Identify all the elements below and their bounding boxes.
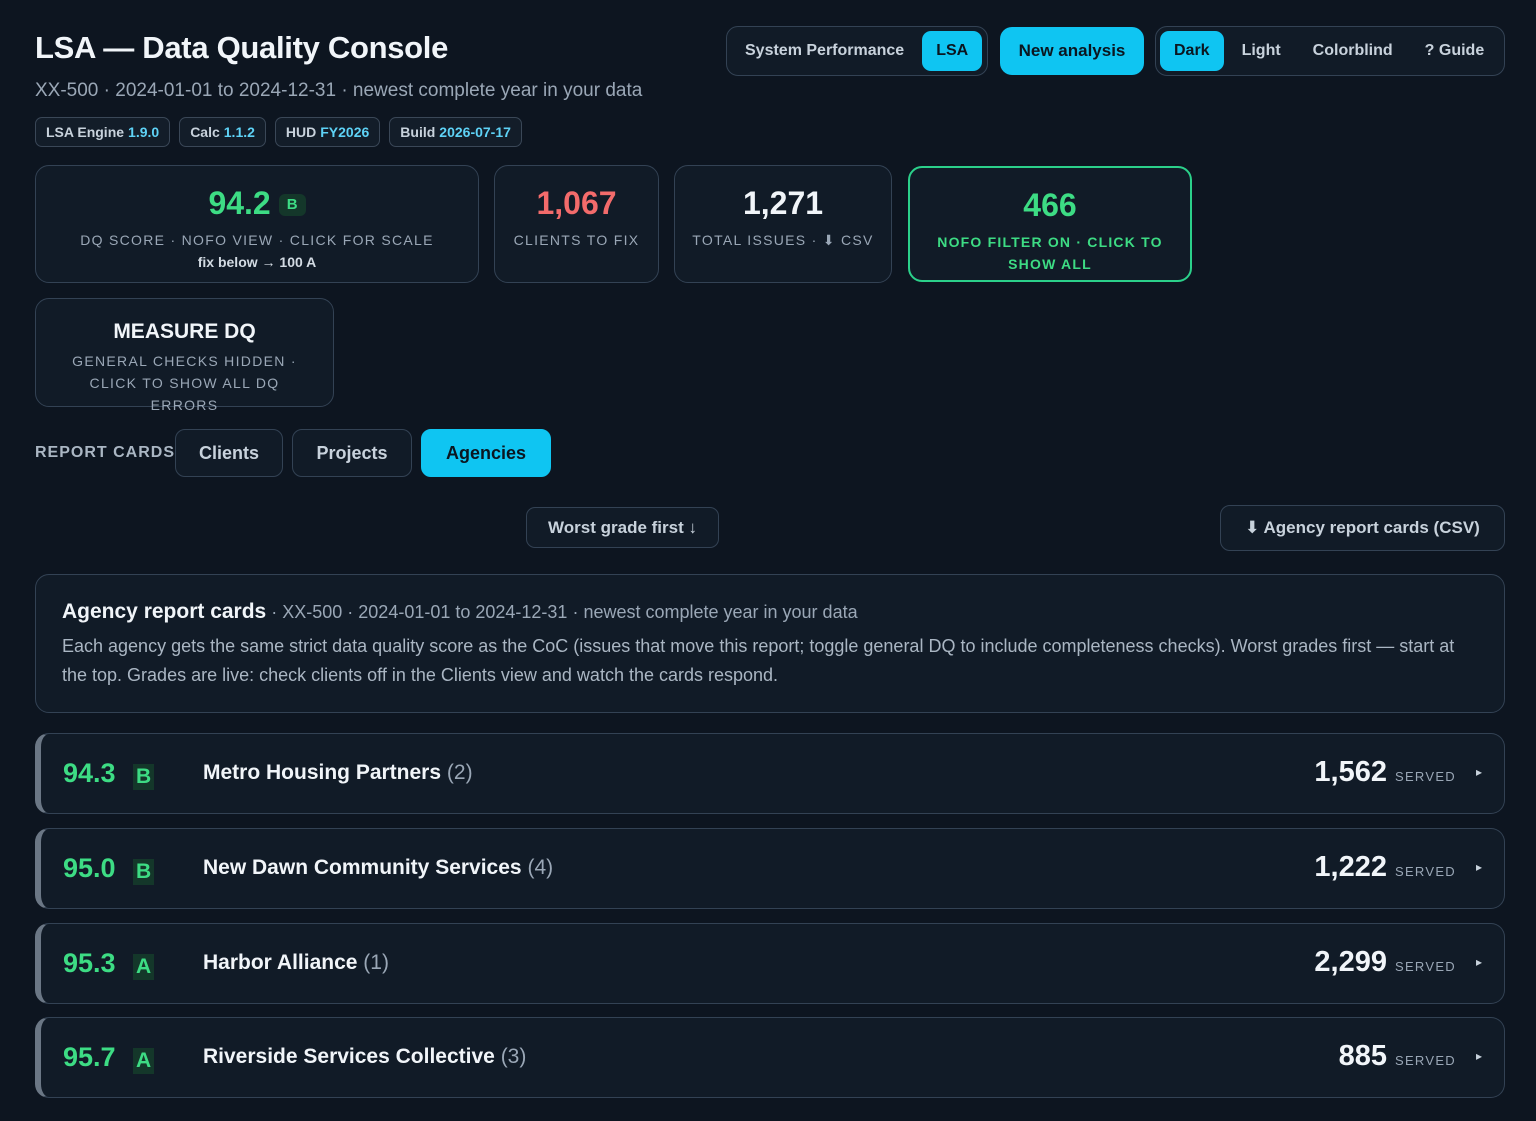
tab-clients[interactable]: Clients [175,429,283,477]
agency-served: 2,299 SERVED [1314,946,1456,979]
version-pills: LSA Engine 1.9.0 Calc 1.1.2 HUD FY2026 B… [35,117,522,147]
agency-score: 95.7 [63,1042,116,1072]
agency-score: 95.0 [63,853,116,883]
page-subtitle: XX-500 · 2024-01-01 to 2024-12-31 · newe… [35,80,643,101]
agency-row[interactable]: 94.3 B Metro Housing Partners (2) 1,562 … [35,733,1505,814]
expand-arrow-icon[interactable]: ▸ [1476,765,1482,779]
theme-dark-button[interactable]: Dark [1160,31,1224,71]
sort-button[interactable]: Worst grade first ↓ [526,507,719,548]
measure-dq-label: General checks hidden · click to show al… [72,353,297,413]
dq-score-sub: fix below → 100 A [197,254,317,270]
dq-score-label: DQ score · NOFO view · click for scale [80,232,434,248]
agency-row[interactable]: 95.3 A Harbor Alliance (1) 2,299 SERVED … [35,923,1505,1004]
agency-served-count: 2,299 [1314,946,1387,978]
agency-served: 1,562 SERVED [1314,756,1456,789]
total-issues-card[interactable]: 1,271 Total issues · ⬇ CSV [674,165,892,283]
nofo-filter-label: NOFO filter on · click to show all [937,234,1163,272]
agency-served-count: 1,222 [1314,851,1387,883]
dq-score-value: 94.2 B [208,185,306,221]
agency-served-count: 1,562 [1314,756,1387,788]
agency-served: 885 SERVED [1339,1040,1456,1073]
version-pill-build: Build 2026-07-17 [389,117,522,147]
agency-row[interactable]: 95.0 B New Dawn Community Services (4) 1… [35,828,1505,909]
measure-dq-title: MEASURE DQ [113,320,256,343]
agency-project-count: (4) [527,856,554,879]
nofo-filter-value: 466 [1023,187,1077,223]
tab-projects[interactable]: Projects [292,429,412,477]
agency-score: 95.3 [63,948,116,978]
agency-served-count: 885 [1338,1040,1387,1072]
agency-score: 94.3 [63,758,116,788]
agency-grade: A [133,1048,155,1074]
version-pill-calc: Calc 1.1.2 [179,117,266,147]
lsa-button[interactable]: LSA [922,31,983,71]
guide-button[interactable]: ? Guide [1411,31,1499,71]
agency-grade: A [133,954,155,980]
agency-served-label: SERVED [1394,1053,1456,1068]
theme-toggle: Dark Light Colorblind ? Guide [1155,26,1505,76]
agency-name: Metro Housing Partners (2) [203,761,473,784]
measure-dq-card[interactable]: MEASURE DQ General checks hidden · click… [35,298,334,413]
agency-grade: B [133,764,155,790]
new-analysis-button[interactable]: New analysis [1000,27,1144,75]
total-issues-value: 1,271 [742,185,824,221]
page-title: LSA — Data Quality Console [35,30,449,65]
agency-served: 1,222 SERVED [1314,851,1456,884]
report-cards-label: REPORT CARDS [35,444,176,461]
agency-served-label: SERVED [1394,864,1456,879]
theme-light-button[interactable]: Light [1228,31,1295,71]
clients-to-fix-value: 1,067 [536,185,617,221]
total-issues-label: Total issues · ⬇ CSV [692,232,874,248]
agency-project-count: (2) [446,761,473,784]
expand-arrow-icon[interactable]: ▸ [1476,860,1482,874]
version-pill-hud: HUD FY2026 [274,117,381,147]
agency-served-label: SERVED [1394,959,1456,974]
agency-name: Harbor Alliance (1) [203,951,389,974]
system-performance-button[interactable]: System Performance [731,31,918,71]
theme-colorblind-button[interactable]: Colorblind [1299,31,1407,71]
info-body: Each agency gets the same strict data qu… [62,636,1455,685]
download-csv-button[interactable]: ⬇ Agency report cards (CSV) [1220,505,1505,551]
grade-badge: B [278,194,306,216]
expand-arrow-icon[interactable]: ▸ [1476,955,1482,969]
tab-agencies[interactable]: Agencies [421,429,551,477]
mode-toggle: System Performance LSA [726,26,988,76]
agency-name: Riverside Services Collective (3) [203,1045,527,1068]
agency-grade: B [133,859,155,885]
agency-row[interactable]: 95.7 A Riverside Services Collective (3)… [35,1017,1505,1098]
info-heading: Agency report cards · XX-500 · 2024-01-0… [62,600,858,623]
agency-project-count: (3) [500,1045,527,1068]
info-panel: Agency report cards · XX-500 · 2024-01-0… [35,574,1505,713]
agency-name: New Dawn Community Services (4) [203,856,554,879]
nofo-filter-card[interactable]: 466 NOFO filter on · click to show all [908,166,1192,282]
expand-arrow-icon[interactable]: ▸ [1476,1049,1482,1063]
version-pill-engine: LSA Engine 1.9.0 [35,117,171,147]
dq-score-card[interactable]: 94.2 B DQ score · NOFO view · click for s… [35,165,479,283]
clients-to-fix-label: Clients to fix [513,232,640,248]
clients-to-fix-card[interactable]: 1,067 Clients to fix [494,165,659,283]
agency-served-label: SERVED [1394,769,1456,784]
agency-project-count: (1) [363,951,389,974]
